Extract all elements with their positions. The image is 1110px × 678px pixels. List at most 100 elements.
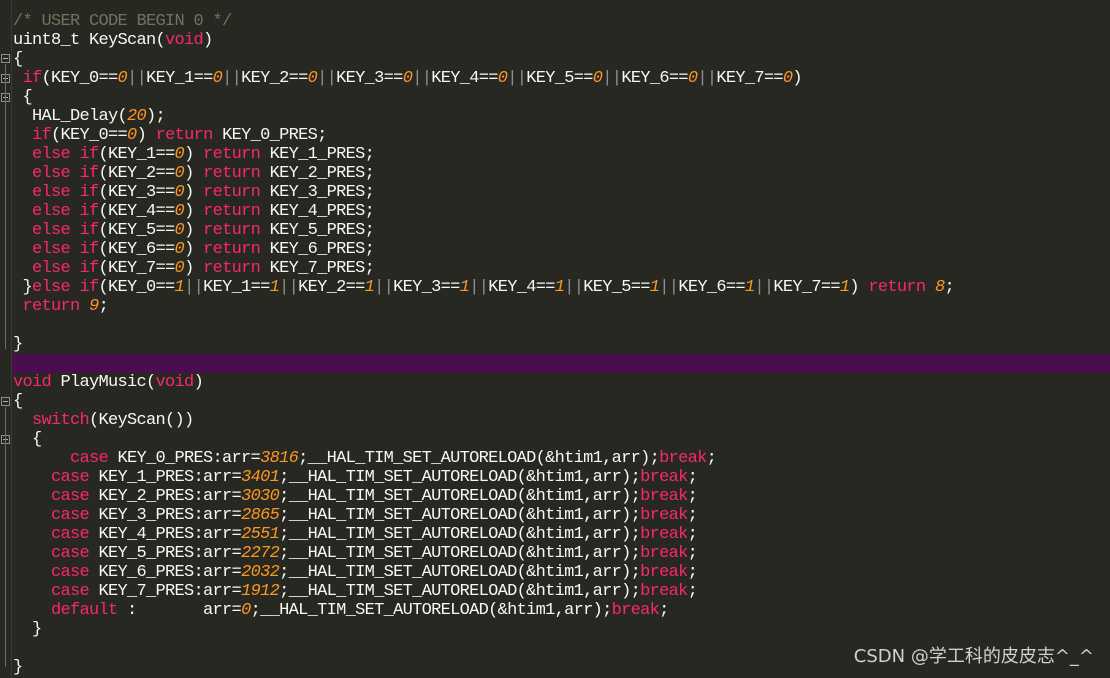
- code-token: KEY_0_PRES;: [212, 126, 327, 145]
- code-line[interactable]: }else if(KEY_0==1||KEY_1==1||KEY_2==1||K…: [13, 278, 1110, 297]
- code-line[interactable]: ​: [13, 316, 1110, 335]
- code-token: break: [659, 449, 707, 468]
- code-token: KEY_4==: [431, 69, 498, 88]
- code-token: 0: [241, 601, 251, 620]
- code-token: ;__HAL_TIM_SET_AUTORELOAD(&htim1,arr);: [279, 487, 641, 506]
- code-token: 1: [364, 278, 375, 297]
- code-token: 0: [687, 69, 698, 88]
- code-editor[interactable]: /* USER CODE BEGIN 0 */uint8_t KeyScan(v…: [0, 12, 1110, 677]
- code-token: ;__HAL_TIM_SET_AUTORELOAD(&htim1,arr);: [279, 468, 641, 487]
- code-line[interactable]: case KEY_3_PRES:arr=2865;__HAL_TIM_SET_A…: [13, 506, 1110, 525]
- code-line[interactable]: else if(KEY_7==0) return KEY_7_PRES;: [13, 259, 1110, 278]
- code-token: (KeyScan()): [89, 411, 194, 430]
- code-token: 1: [839, 278, 850, 297]
- code-token: case: [51, 487, 90, 506]
- code-line[interactable]: {: [13, 392, 1110, 411]
- code-token: ||: [374, 278, 394, 297]
- code-token: PlayMusic(: [51, 373, 157, 392]
- code-line[interactable]: else if(KEY_2==0) return KEY_2_PRES;: [13, 164, 1110, 183]
- code-token: return: [203, 145, 261, 164]
- code-token: KEY_3_PRES:arr=: [89, 506, 242, 525]
- code-token: ): [184, 221, 204, 240]
- code-token: break: [640, 487, 688, 506]
- code-token: KEY_4_PRES:arr=: [89, 525, 242, 544]
- code-token: ;: [659, 601, 669, 620]
- code-token: return: [203, 259, 261, 278]
- code-line[interactable]: HAL_Delay(20);: [13, 107, 1110, 126]
- code-line[interactable]: case KEY_7_PRES:arr=1912;__HAL_TIM_SET_A…: [13, 582, 1110, 601]
- code-line[interactable]: return 9;: [13, 297, 1110, 316]
- code-token: break: [611, 601, 660, 620]
- code-token: ): [193, 373, 204, 392]
- code-token: }: [13, 335, 23, 354]
- code-token: KEY_4_PRES;: [260, 202, 375, 221]
- fold-toggle-icon[interactable]: [1, 397, 10, 406]
- code-token: KEY_3==: [336, 69, 403, 88]
- code-token: (KEY_0==: [51, 126, 128, 145]
- code-token: else if: [32, 164, 99, 183]
- code-line[interactable]: ​: [0, 354, 1110, 373]
- code-line[interactable]: case KEY_1_PRES:arr=3401;__HAL_TIM_SET_A…: [13, 468, 1110, 487]
- code-line[interactable]: }: [13, 335, 1110, 354]
- gutter: [0, 0, 12, 678]
- code-token: /* USER CODE BEGIN 0 */: [13, 12, 232, 31]
- code-line[interactable]: {: [13, 88, 1110, 107]
- code-token: KEY_3==: [393, 278, 460, 297]
- code-line[interactable]: }: [13, 620, 1110, 639]
- code-line[interactable]: case KEY_6_PRES:arr=2032;__HAL_TIM_SET_A…: [13, 563, 1110, 582]
- code-line[interactable]: case KEY_0_PRES:arr=3816;__HAL_TIM_SET_A…: [13, 449, 1110, 468]
- fold-guide: [5, 64, 6, 349]
- code-token: ): [184, 145, 204, 164]
- code-token: else if: [32, 278, 99, 297]
- code-token: return: [203, 240, 261, 259]
- code-line[interactable]: /* USER CODE BEGIN 0 */: [13, 12, 1110, 31]
- code-token: 0: [174, 240, 185, 259]
- code-line[interactable]: case KEY_5_PRES:arr=2272;__HAL_TIM_SET_A…: [13, 544, 1110, 563]
- code-token: case: [51, 525, 90, 544]
- code-token: (KEY_1==: [98, 145, 176, 164]
- code-token: 0: [174, 164, 185, 183]
- code-line[interactable]: case KEY_4_PRES:arr=2551;__HAL_TIM_SET_A…: [13, 525, 1110, 544]
- code-token: KEY_1==: [146, 69, 213, 88]
- code-line[interactable]: else if(KEY_1==0) return KEY_1_PRES;: [13, 145, 1110, 164]
- code-token: }: [13, 620, 42, 639]
- code-token: ||: [184, 278, 204, 297]
- code-line[interactable]: void PlayMusic(void): [13, 373, 1110, 392]
- code-token: KEY_5==: [583, 278, 650, 297]
- code-token: (KEY_6==: [98, 240, 176, 259]
- code-line[interactable]: default : arr=0;__HAL_TIM_SET_AUTORELOAD…: [13, 601, 1110, 620]
- code-line[interactable]: else if(KEY_4==0) return KEY_4_PRES;: [13, 202, 1110, 221]
- code-token: 0: [402, 69, 413, 88]
- code-line[interactable]: else if(KEY_6==0) return KEY_6_PRES;: [13, 240, 1110, 259]
- code-line[interactable]: if(KEY_0==0) return KEY_0_PRES;: [13, 126, 1110, 145]
- code-line[interactable]: else if(KEY_3==0) return KEY_3_PRES;: [13, 183, 1110, 202]
- code-token: case: [70, 449, 109, 468]
- code-line[interactable]: if(KEY_0==0||KEY_1==0||KEY_2==0||KEY_3==…: [13, 69, 1110, 88]
- code-token: case: [51, 582, 90, 601]
- code-token: 2032: [241, 563, 280, 582]
- code-token: else if: [32, 183, 99, 202]
- code-token: ;__HAL_TIM_SET_AUTORELOAD(&htim1,arr);: [250, 601, 613, 620]
- code-line[interactable]: case KEY_2_PRES:arr=3030;__HAL_TIM_SET_A…: [13, 487, 1110, 506]
- code-line[interactable]: switch(KeyScan()): [13, 411, 1110, 430]
- code-token: 0: [174, 145, 185, 164]
- code-token: if: [32, 126, 52, 145]
- code-line[interactable]: else if(KEY_5==0) return KEY_5_PRES;: [13, 221, 1110, 240]
- fold-toggle-icon[interactable]: [1, 54, 10, 63]
- code-token: ;: [687, 563, 698, 582]
- code-token: KEY_5_PRES;: [260, 221, 375, 240]
- code-line[interactable]: {: [13, 430, 1110, 449]
- code-token: 0: [174, 221, 185, 240]
- code-line[interactable]: {: [13, 50, 1110, 69]
- code-token: {: [13, 88, 33, 107]
- code-line[interactable]: uint8_t KeyScan(void): [13, 31, 1110, 50]
